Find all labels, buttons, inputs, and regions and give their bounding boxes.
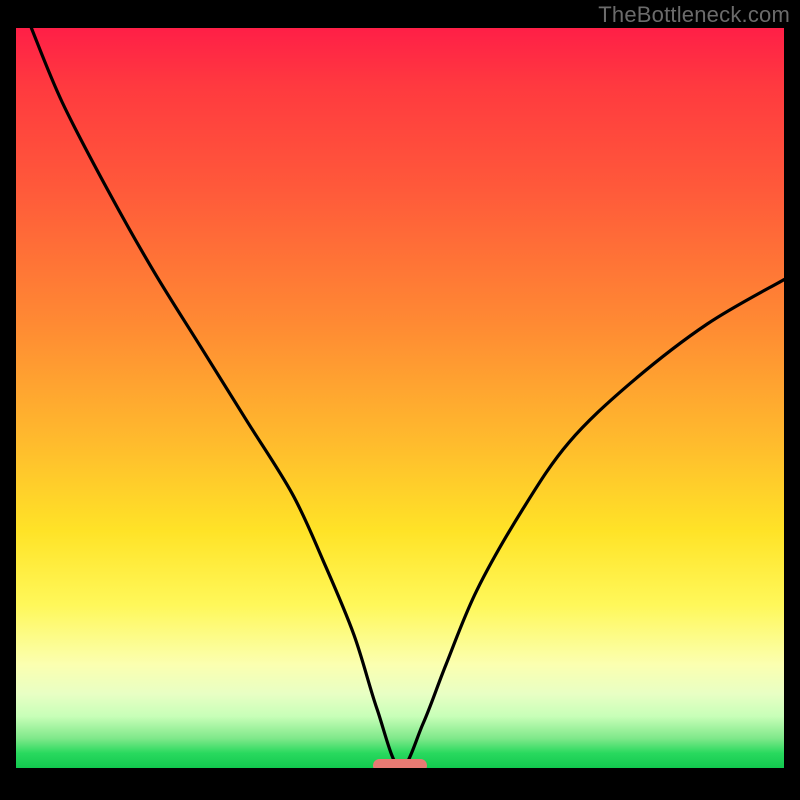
chart-frame: TheBottleneck.com	[0, 0, 800, 800]
min-marker	[373, 759, 427, 768]
watermark-text: TheBottleneck.com	[598, 2, 790, 28]
bottleneck-curve	[16, 28, 784, 768]
plot-area	[16, 28, 784, 768]
